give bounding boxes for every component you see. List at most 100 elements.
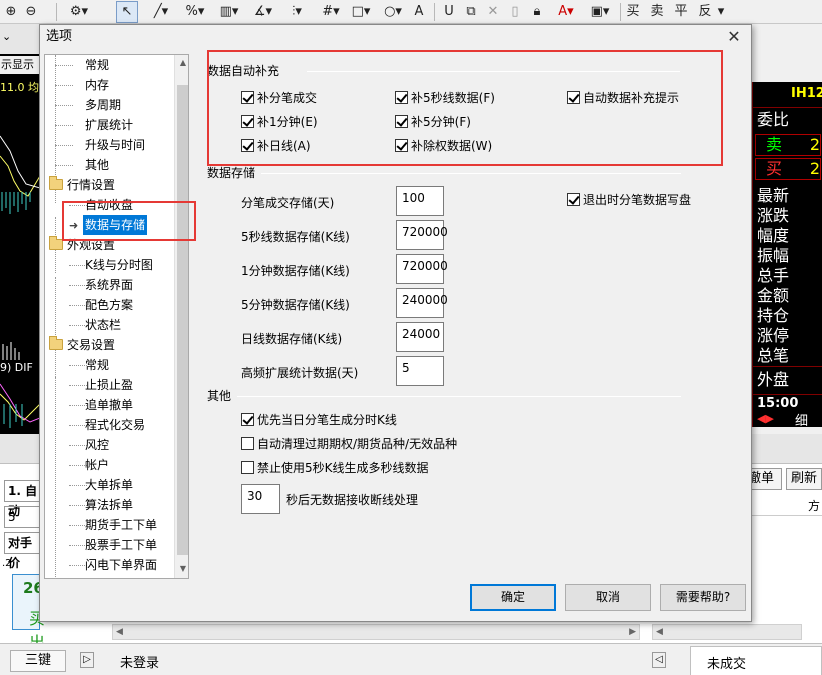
checkbox-box[interactable] [241,91,254,104]
unfilled-orders-tab[interactable]: 未成交 [690,646,822,675]
trash-icon[interactable]: ▯ [506,2,524,22]
circle-tool-icon[interactable]: ○▾ [378,2,408,22]
tree-scrollbar[interactable]: ▲ ▼ [174,55,188,578]
save-drawing-icon[interactable]: ▣▾ [586,2,614,22]
price-type-select[interactable]: 对手价 [4,532,40,570]
delete-icon[interactable]: ✕ [484,2,502,22]
tree-item-system-ui[interactable]: 系统界面 [85,275,133,295]
exit-write-checkbox[interactable]: 退出时分笔数据写盘 [567,192,691,208]
close-position-button[interactable]: 平 [672,2,690,22]
daily-storage-input[interactable]: 24000 [396,322,444,352]
tree-item-upgrade-time[interactable]: 升级与时间 [85,135,145,155]
line-tool-icon[interactable]: ╱▾ [146,2,176,22]
tree-item-stock-manual[interactable]: 股票手工下单 [85,535,157,555]
tree-item-trade-general[interactable]: 常规 [85,355,109,375]
fill-dividend-checkbox[interactable]: 补除权数据(W) [395,138,492,154]
tree-item-general[interactable]: 常规 [85,55,109,75]
checkbox-box[interactable] [241,139,254,152]
auto-fill-prompt-checkbox[interactable]: 自动数据补充提示 [567,90,679,106]
scroll-up-icon[interactable]: ▲ [175,56,188,70]
tree-item-program-trading[interactable]: 程式化交易 [85,415,145,435]
magnet-icon[interactable]: U [440,2,458,22]
tree-item-kline-timeshare[interactable]: K线与分时图 [85,255,153,275]
pointer-icon[interactable]: ↖ [117,2,137,22]
scroll-right-icon[interactable]: ▶ [629,625,636,639]
fill-daily-checkbox[interactable]: 补日线(A) [241,138,311,154]
checkbox-box[interactable] [567,91,580,104]
help-button[interactable]: 需要帮助? [660,584,746,611]
checkbox-box[interactable] [241,413,254,426]
ruler-tool-icon[interactable]: ▥▾ [214,2,244,22]
font-color-icon[interactable]: A▾ [552,2,580,22]
tree-item-auto-close[interactable]: 自动收盘 [85,195,133,215]
tree-item-color-scheme[interactable]: 配色方案 [85,295,133,315]
tree-item-algo-split[interactable]: 算法拆单 [85,495,133,515]
1min-storage-input[interactable]: 720000 [396,254,448,284]
down-arrow-icon[interactable]: ⌄ [2,30,11,43]
three-keys-button[interactable]: 三键 [10,650,66,672]
checkbox-box[interactable] [395,115,408,128]
reverse-button[interactable]: 反 [696,2,714,22]
tick-storage-input[interactable]: 100 [396,186,444,216]
cancel-button[interactable]: 取消 [565,584,651,611]
tree-item-chase-cancel[interactable]: 追单撤单 [85,395,133,415]
horizontal-scrollbar[interactable]: ◀ ▶ [112,624,640,640]
checkbox-box[interactable] [395,139,408,152]
tree-group-trade-settings[interactable]: 交易设置 [67,335,115,355]
checkbox-box[interactable] [567,193,580,206]
tree-item-memory[interactable]: 内存 [85,75,109,95]
order-button[interactable]: 26 买出 [12,574,45,652]
5s-storage-input[interactable]: 720000 [396,220,448,250]
tree-item-stop-loss[interactable]: 止损止盈 [85,375,133,395]
tree-item-lightning-order[interactable]: 闪电下单界面 [85,555,157,575]
fill-5min-checkbox[interactable]: 补5分钟(F) [395,114,471,130]
settings-gear-icon[interactable]: ⚙▾ [62,2,96,22]
rectangle-tool-icon[interactable]: □▾ [346,2,376,22]
zoom-out-icon[interactable]: ⊖ [22,2,40,22]
fill-1min-checkbox[interactable]: 补1分钟(E) [241,114,318,130]
tree-group-quote-settings[interactable]: 行情设置 [67,175,115,195]
angle-tool-icon[interactable]: ∡▾ [248,2,278,22]
tree-item-futures-manual[interactable]: 期货手工下单 [85,515,157,535]
refresh-button[interactable]: 刷新 [786,468,822,490]
order-type-select[interactable]: 1. 自动 [4,480,40,518]
fill-5s-checkbox[interactable]: 补5秒线数据(F) [395,90,495,106]
checkbox-box[interactable] [241,115,254,128]
percent-tool-icon[interactable]: %▾ [180,2,210,22]
lock-icon[interactable]: 🔒︎ [528,2,546,22]
tree-item-account[interactable]: 帐户 [85,455,109,475]
scroll-left-icon[interactable]: ◀ [116,625,123,639]
text-tool-icon[interactable]: A [410,2,428,22]
zoom-in-icon[interactable]: ⊕ [2,2,20,22]
buy-button[interactable]: 买 [624,2,642,22]
disable-5s-multi-checkbox[interactable]: 禁止使用5秒K线生成多秒线数据 [241,460,429,476]
copy-icon[interactable]: ⧉ [462,2,480,22]
tree-group-appearance[interactable]: 外观设置 [67,235,115,255]
ok-button[interactable]: 确定 [470,584,556,611]
tree-item-extended-stats[interactable]: 扩展统计 [85,115,133,135]
scroll-left-icon[interactable]: ◀ [656,625,663,639]
checkbox-box[interactable] [241,461,254,474]
dropdown-icon[interactable]: ▾ [714,2,728,22]
fill-tick-checkbox[interactable]: 补分笔成交 [241,90,317,106]
checkbox-box[interactable] [395,91,408,104]
play-arrow-icon[interactable]: ▷ [80,652,94,668]
tree-item-big-order-split[interactable]: 大单拆单 [85,475,133,495]
quantity-input[interactable]: 5 [4,506,40,528]
timeout-seconds-input[interactable]: 30 [241,484,280,514]
checkbox-box[interactable] [241,437,254,450]
detail-tab[interactable]: 细 [795,410,808,429]
tab-left-arrow-icon[interactable]: ◁ [652,652,666,668]
tree-item-multi-period[interactable]: 多周期 [85,95,121,115]
scroll-down-icon[interactable]: ▼ [175,562,188,576]
auto-clean-checkbox[interactable]: 自动清理过期期权/期货品种/无效品种 [241,436,457,452]
grid-tool-icon[interactable]: #▾ [316,2,346,22]
hf-stats-input[interactable]: 5 [396,356,444,386]
scroll-thumb[interactable] [177,85,188,555]
tree-item-risk-control[interactable]: 风控 [85,435,109,455]
tree-item-other[interactable]: 其他 [85,155,109,175]
5min-storage-input[interactable]: 240000 [396,288,448,318]
close-icon[interactable]: ✕ [723,26,745,48]
parallel-tool-icon[interactable]: ⫶▾ [282,2,312,22]
tree-item-data-storage[interactable]: 数据与存储 [83,215,148,235]
